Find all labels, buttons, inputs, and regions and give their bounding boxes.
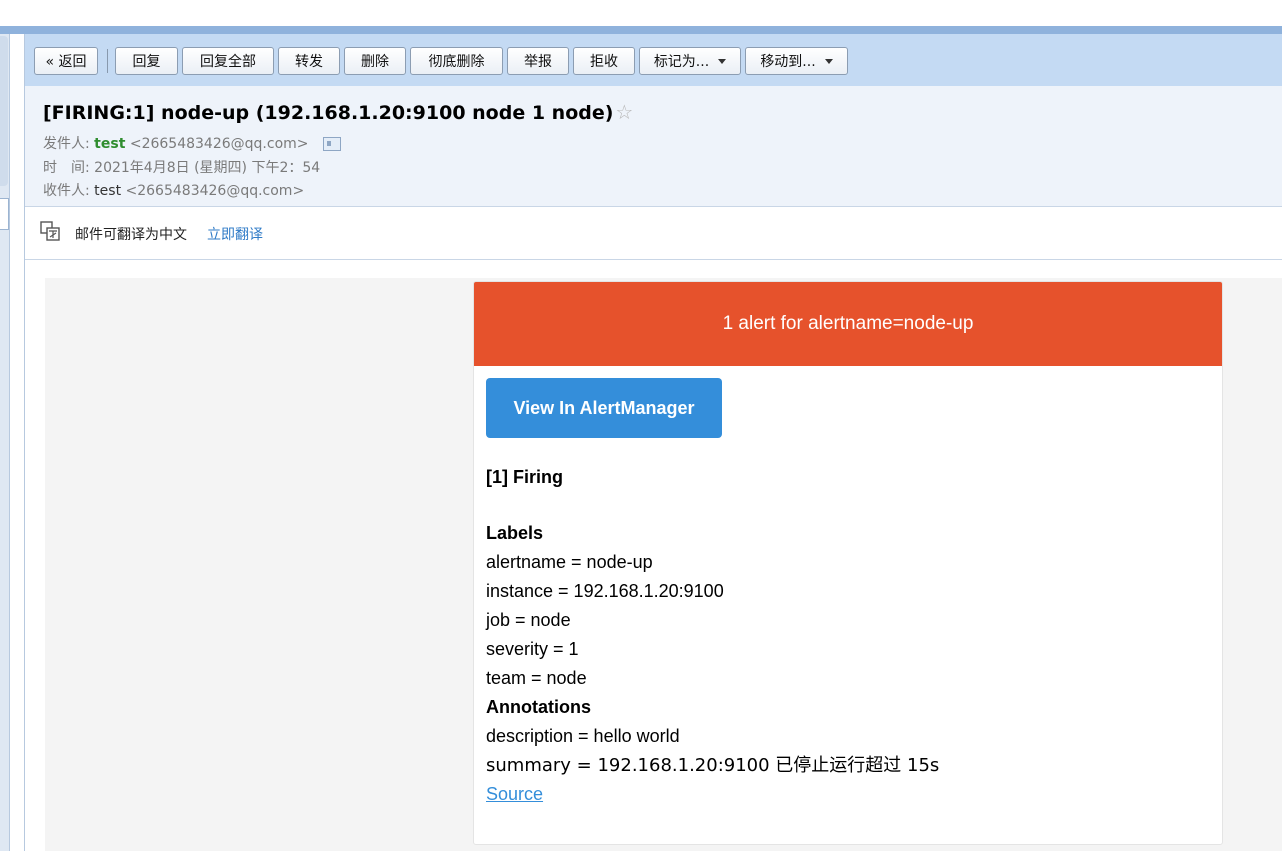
subject-text: [FIRING:1] node-up (192.168.1.20:9100 no… bbox=[43, 102, 614, 124]
alert-card: 1 alert for alertname=node-up View In Al… bbox=[473, 281, 1223, 845]
toolbar-separator bbox=[107, 49, 108, 73]
source-link[interactable]: Source bbox=[486, 784, 543, 804]
alert-header: 1 alert for alertname=node-up bbox=[474, 282, 1222, 366]
star-icon[interactable]: ☆ bbox=[615, 100, 633, 124]
mark-as-label: 标记为... bbox=[653, 54, 710, 70]
report-button[interactable]: 举报 bbox=[507, 47, 569, 75]
mail-header: [FIRING:1] node-up (192.168.1.20:9100 no… bbox=[25, 86, 1282, 207]
time-label: 时 间: bbox=[43, 160, 90, 176]
sender-label: 发件人: bbox=[43, 136, 90, 152]
mark-as-dropdown[interactable]: 标记为... bbox=[639, 47, 741, 75]
left-rail-handle[interactable] bbox=[0, 36, 8, 186]
delete-permanently-button[interactable]: 彻底删除 bbox=[410, 47, 503, 75]
mail-window: « 返回 回复 回复全部 转发 删除 彻底删除 举报 拒收 标记为... 移动到… bbox=[0, 0, 1282, 851]
reject-button[interactable]: 拒收 bbox=[573, 47, 635, 75]
delete-button[interactable]: 删除 bbox=[344, 47, 406, 75]
reply-button[interactable]: 回复 bbox=[115, 47, 178, 75]
recipient-name[interactable]: test bbox=[94, 183, 121, 199]
recipient-label: 收件人: bbox=[43, 183, 90, 199]
time-value: 2021年4月8日 (星期四) 下午2：54 bbox=[94, 160, 321, 176]
mail-body: 1 alert for alertname=node-up View In Al… bbox=[45, 278, 1282, 851]
left-scroll-rail[interactable] bbox=[0, 34, 10, 851]
mail-toolbar: « 返回 回复 回复全部 转发 删除 彻底删除 举报 拒收 标记为... 移动到… bbox=[25, 34, 1282, 87]
translate-icon bbox=[40, 221, 60, 241]
recipient-address[interactable]: <2665483426@qq.com> bbox=[126, 183, 305, 199]
sender-name[interactable]: test bbox=[94, 136, 125, 152]
label-line: job = node bbox=[486, 610, 571, 630]
label-line: instance = 192.168.1.20:9100 bbox=[486, 581, 724, 601]
view-in-alertmanager-button[interactable]: View In AlertManager bbox=[486, 378, 722, 438]
sender-address[interactable]: <2665483426@qq.com> bbox=[130, 136, 309, 152]
contact-card-icon[interactable] bbox=[322, 137, 341, 151]
forward-button[interactable]: 转发 bbox=[278, 47, 340, 75]
move-to-dropdown[interactable]: 移动到... bbox=[745, 47, 848, 75]
translate-now-link[interactable]: 立即翻译 bbox=[207, 224, 263, 244]
annotations-title: Annotations bbox=[486, 697, 591, 717]
sender-row: 发件人: test <2665483426@qq.com> bbox=[43, 133, 341, 153]
label-line: alertname = node-up bbox=[486, 552, 653, 572]
alert-details: Labels alertname = node-up instance = 19… bbox=[486, 519, 939, 809]
annotation-line: summary = 192.168.1.20:9100 已停止运行超过 15s bbox=[486, 755, 940, 776]
recipient-row: 收件人: test <2665483426@qq.com> bbox=[43, 180, 304, 200]
window-top-edge bbox=[0, 26, 1282, 34]
firing-title: [1] Firing bbox=[486, 467, 563, 487]
back-button[interactable]: « 返回 bbox=[34, 47, 98, 75]
annotation-line: description = hello world bbox=[486, 726, 680, 746]
move-to-label: 移动到... bbox=[760, 54, 816, 70]
label-line: severity = 1 bbox=[486, 639, 579, 659]
translate-bar: 邮件可翻译为中文 立即翻译 bbox=[25, 207, 1282, 260]
labels-title: Labels bbox=[486, 523, 544, 543]
left-rail-tab[interactable] bbox=[0, 198, 9, 230]
mail-reader: « 返回 回复 回复全部 转发 删除 彻底删除 举报 拒收 标记为... 移动到… bbox=[24, 34, 1282, 851]
mail-subject: [FIRING:1] node-up (192.168.1.20:9100 no… bbox=[43, 100, 633, 124]
time-row: 时 间: 2021年4月8日 (星期四) 下午2：54 bbox=[43, 157, 320, 177]
reply-all-button[interactable]: 回复全部 bbox=[182, 47, 274, 75]
chevron-down-icon bbox=[824, 58, 833, 64]
translate-hint: 邮件可翻译为中文 bbox=[75, 227, 187, 243]
chevron-down-icon bbox=[718, 58, 727, 64]
label-line: team = node bbox=[486, 668, 587, 688]
